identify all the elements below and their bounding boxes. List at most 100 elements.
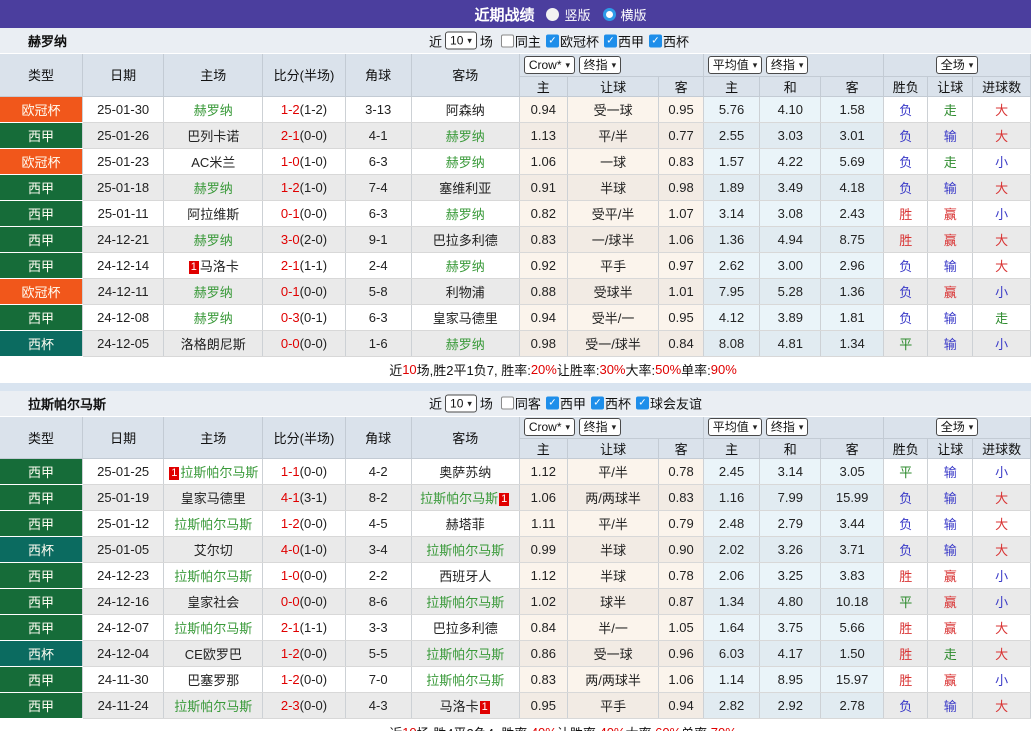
score-cell: 4-1(3-1)	[262, 484, 346, 511]
team-name: 利物浦	[445, 284, 485, 300]
score-cell: 2-1(0-0)	[262, 122, 346, 149]
handicap: 一/球半	[567, 226, 660, 253]
half-score: (3-1)	[299, 490, 328, 505]
league-badge: 西甲	[0, 692, 83, 719]
final-odds-select[interactable]: 终指 ▾	[578, 55, 622, 74]
avg-draw: 3.00	[759, 252, 822, 279]
summary-text: 让胜率:	[556, 363, 600, 378]
col-odds-away: 客	[658, 438, 704, 459]
avg-draw: 3.89	[759, 304, 822, 331]
result-winloss: 负	[883, 174, 929, 201]
checkbox-icon[interactable]: ✓	[545, 34, 559, 47]
filter-checkbox-欧冠杯[interactable]: ✓ 欧冠杯	[545, 31, 599, 50]
home-team: 拉斯帕尔马斯	[163, 562, 264, 589]
final-odds-select[interactable]: 终指 ▾	[578, 418, 622, 437]
result-winloss: 负	[883, 692, 929, 719]
radio-vertical-layout[interactable]: 竖版	[546, 5, 591, 24]
filter-checkbox-球会友谊[interactable]: ✓ 球会友谊	[635, 394, 702, 413]
filter-checkbox-西甲[interactable]: ✓ 西甲	[603, 31, 644, 50]
summary-text: 20%	[530, 362, 557, 377]
home-odds: 0.94	[519, 96, 568, 123]
col-goals: 进球数	[972, 438, 1031, 459]
avg-draw: 7.99	[759, 484, 822, 511]
away-odds: 0.96	[658, 640, 704, 667]
home-team: 皇家社会	[163, 588, 264, 615]
filter-checkbox-西杯[interactable]: ✓ 西杯	[648, 31, 689, 50]
home-odds: 1.12	[519, 458, 568, 485]
corners: 3-3	[345, 614, 412, 641]
avg-draw: 5.28	[759, 278, 822, 305]
checkbox-icon[interactable]: ✓	[590, 396, 604, 410]
crow-select[interactable]: Crow* ▾	[523, 418, 576, 437]
match-date: 24-12-11	[82, 278, 165, 305]
home-odds: 0.88	[519, 278, 568, 305]
filter-checkbox-同客[interactable]: 同客	[500, 394, 541, 413]
away-odds: 1.07	[658, 200, 704, 227]
team-name: 赫罗纳	[445, 128, 485, 144]
corners: 6-3	[345, 148, 412, 175]
result-winloss: 负	[883, 484, 929, 511]
checkbox-icon[interactable]: ✓	[603, 34, 617, 47]
result-handicap: 赢	[927, 588, 974, 615]
fullmatch-select[interactable]: 全场 ▾	[935, 55, 979, 74]
average-select[interactable]: 平均值 ▾	[707, 418, 763, 437]
checkbox-icon[interactable]: ✓	[635, 396, 649, 410]
half-score: (0-0)	[299, 283, 328, 299]
checkbox-icon[interactable]	[500, 34, 514, 47]
avg-draw: 2.79	[759, 510, 822, 537]
match-date: 24-12-14	[82, 252, 165, 279]
home-odds: 0.86	[519, 640, 568, 667]
summary-line: 近10场,胜4平2负4, 胜率:40% 让胜率:40% 大率:60% 单率:70…	[0, 719, 1031, 731]
result-handicap: 输	[927, 304, 974, 331]
summary-text: 60%	[655, 725, 681, 731]
team-name: 巴塞罗那	[187, 673, 240, 688]
home-odds: 0.95	[519, 692, 568, 719]
filter-checkbox-西甲[interactable]: ✓ 西甲	[545, 394, 586, 413]
checkbox-icon[interactable]: ✓	[545, 396, 559, 410]
checkbox-label: 西甲	[617, 34, 644, 49]
home-odds: 0.99	[519, 536, 568, 563]
radio-unselected-icon	[602, 7, 616, 21]
section-divider	[0, 382, 1031, 391]
avg-draw: 4.10	[759, 96, 822, 123]
average-select[interactable]: 平均值 ▾	[707, 55, 763, 74]
filter-checkbox-西杯[interactable]: ✓ 西杯	[590, 394, 631, 413]
result-goals: 大	[972, 640, 1031, 667]
full-score: 0-1	[280, 205, 300, 221]
checkbox-icon[interactable]: ✓	[648, 34, 662, 47]
chevron-down-icon: ▾	[565, 59, 571, 70]
league-badge: 西杯	[0, 536, 83, 563]
league-badge: 欧冠杯	[0, 96, 83, 123]
crow-select[interactable]: Crow* ▾	[523, 55, 576, 74]
result-handicap: 输	[927, 252, 974, 279]
games-label: 场	[479, 396, 493, 412]
recent-count-select[interactable]: 10 ▾	[445, 394, 477, 412]
final-odds-select[interactable]: 终指 ▾	[765, 55, 809, 74]
checkbox-icon[interactable]	[500, 396, 514, 410]
half-score: (1-1)	[299, 620, 328, 635]
fullmatch-select[interactable]: 全场 ▾	[935, 418, 979, 437]
half-score: (2-0)	[299, 231, 328, 247]
final-odds-select[interactable]: 终指 ▾	[765, 418, 809, 437]
away-odds: 0.98	[658, 174, 704, 201]
recent-count-select[interactable]: 10 ▾	[445, 31, 477, 50]
score-cell: 1-2(0-0)	[262, 640, 346, 667]
home-team: 拉斯帕尔马斯	[163, 510, 264, 537]
team-name: 赫罗纳	[193, 180, 233, 196]
chevron-down-icon: ▾	[611, 59, 617, 70]
radio-horizontal-layout[interactable]: 横版	[602, 5, 647, 24]
match-row: 西甲 25-01-11 阿拉维斯 0-1(0-0) 6-3 赫罗纳 0.82 受平/半 1.07…	[0, 200, 1031, 227]
odds-group-header: Crow* ▾ 终指 ▾	[519, 54, 704, 77]
summary-text: 近	[389, 723, 402, 731]
league-badge: 西甲	[0, 252, 83, 279]
filter-checkbox-同主[interactable]: 同主	[500, 31, 541, 50]
avg-away: 15.97	[820, 666, 885, 693]
home-odds: 0.84	[519, 614, 568, 641]
home-odds: 0.82	[519, 200, 568, 227]
league-badge: 西甲	[0, 174, 83, 201]
home-team: 皇家马德里	[163, 484, 264, 511]
full-score: 0-0	[280, 335, 300, 351]
summary-text: 10	[402, 725, 416, 731]
score-cell: 1-2(1-2)	[262, 96, 346, 123]
match-date: 25-01-25	[82, 458, 165, 485]
